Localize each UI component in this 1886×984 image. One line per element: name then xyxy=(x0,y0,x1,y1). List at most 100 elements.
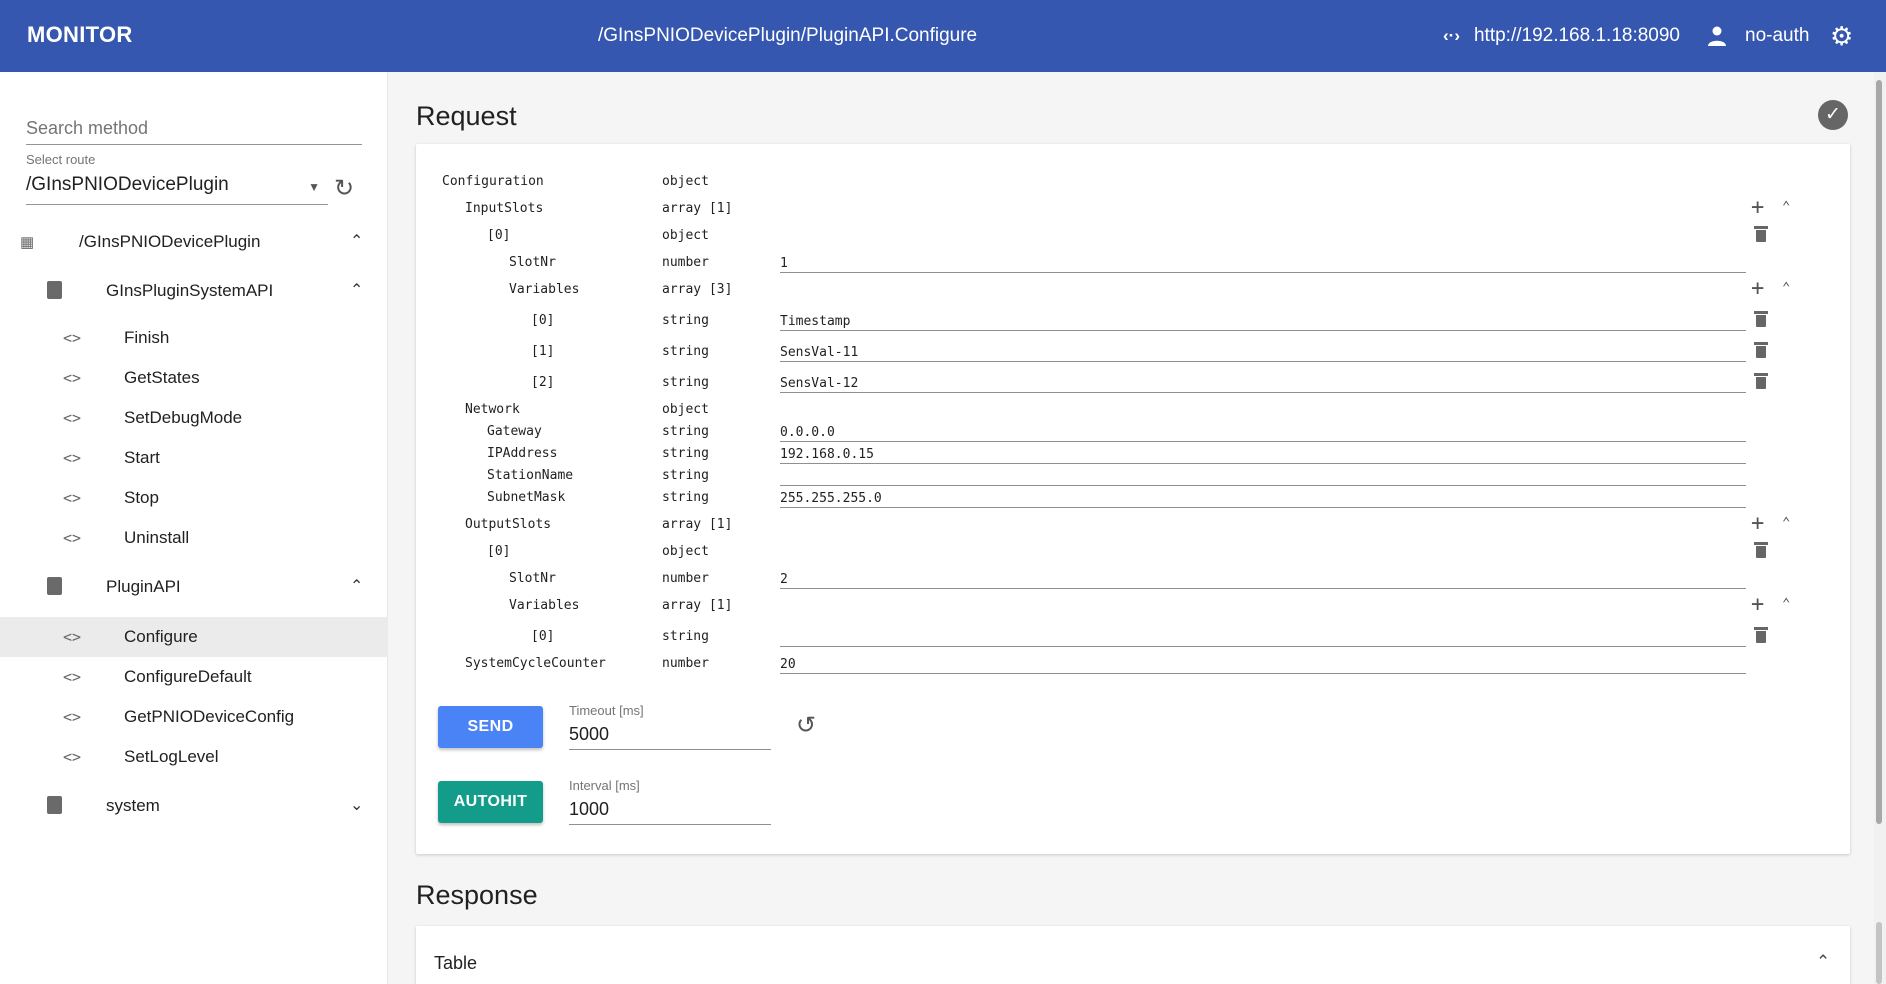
param-value-input[interactable] xyxy=(780,629,1746,647)
param-name: [1] xyxy=(531,344,555,359)
scrollbar-thumb[interactable] xyxy=(1876,80,1882,824)
param-name: OutputSlots xyxy=(465,517,552,532)
param-value-input[interactable] xyxy=(780,313,1746,331)
param-type: string xyxy=(662,375,709,390)
method-label: Start xyxy=(124,448,160,467)
param-value-input[interactable] xyxy=(780,446,1746,464)
code-icon: <> xyxy=(63,529,82,547)
param-type: array [1] xyxy=(662,598,733,613)
method-label: SetLogLevel xyxy=(124,747,219,766)
param-value-input[interactable] xyxy=(780,344,1746,362)
code-icon: <> xyxy=(63,668,82,686)
book-icon xyxy=(47,577,62,595)
chevron-up-icon: ⌃ xyxy=(350,578,364,595)
timeout-input[interactable]: 5000 xyxy=(569,720,771,750)
server-selector[interactable]: ‹·› http://192.168.1.18:8090 xyxy=(1443,25,1680,47)
chevron-up-icon[interactable]: ⌃ xyxy=(1782,199,1790,215)
building-icon: ▦ xyxy=(20,234,35,251)
param-name: Network xyxy=(465,402,520,417)
group-label: GInsPluginSystemAPI xyxy=(106,281,274,300)
tree-item-finish[interactable]: <> Finish xyxy=(0,318,388,358)
tree-item-setdebugmode[interactable]: <> SetDebugMode xyxy=(0,398,388,438)
param-value-input[interactable] xyxy=(780,571,1746,589)
search-input[interactable] xyxy=(26,113,362,145)
delete-icon[interactable] xyxy=(1754,340,1768,359)
param-type: number xyxy=(662,255,709,270)
method-label: GetPNIODeviceConfig xyxy=(124,707,295,726)
tree-item-getpniodeviceconfig[interactable]: <> GetPNIODeviceConfig xyxy=(0,697,388,737)
param-type: object xyxy=(662,174,709,189)
history-icon[interactable]: ↺ xyxy=(796,711,816,740)
param-row: [0] object xyxy=(416,224,1850,246)
check-circle-icon: ✓ xyxy=(1818,100,1848,130)
timeout-label: Timeout [ms] xyxy=(569,703,644,718)
chevron-down-icon: ⌄ xyxy=(350,797,364,814)
param-row: IPAddress string xyxy=(416,442,1850,464)
delete-icon[interactable] xyxy=(1754,224,1768,243)
param-name: SlotNr xyxy=(509,571,556,586)
param-row: Gateway string xyxy=(416,420,1850,442)
code-icon: <> xyxy=(63,628,82,646)
scrollbar[interactable] xyxy=(1874,72,1886,984)
param-value-input[interactable] xyxy=(780,468,1746,486)
add-icon[interactable]: + xyxy=(1751,592,1764,617)
route-value: /GInsPNIODevicePlugin xyxy=(26,174,229,195)
chevron-up-icon[interactable]: ⌃ xyxy=(1782,280,1790,296)
param-row: Configuration object xyxy=(416,170,1850,192)
param-type: array [3] xyxy=(662,282,733,297)
method-label: Uninstall xyxy=(124,528,190,547)
tree-item-uninstall[interactable]: <> Uninstall xyxy=(0,518,388,558)
delete-icon[interactable] xyxy=(1754,371,1768,390)
tree-item-setloglevel[interactable]: <> SetLogLevel xyxy=(0,737,388,777)
delete-icon[interactable] xyxy=(1754,309,1768,328)
auth-selector[interactable]: no-auth xyxy=(1708,25,1809,47)
group-label: system xyxy=(106,796,160,815)
chevron-up-icon[interactable]: ⌃ xyxy=(1816,952,1830,972)
param-row: SubnetMask string xyxy=(416,486,1850,508)
tree-group-pluginapi[interactable]: PluginAPI ⌃ xyxy=(0,567,388,607)
param-type: string xyxy=(662,313,709,328)
param-name: Variables xyxy=(509,282,580,297)
add-icon[interactable]: + xyxy=(1751,195,1764,220)
refresh-icon[interactable]: ↻ xyxy=(334,174,354,203)
user-icon xyxy=(1708,26,1726,46)
tree-item-getstates[interactable]: <> GetStates xyxy=(0,358,388,398)
book-icon xyxy=(47,281,62,299)
add-icon[interactable]: + xyxy=(1751,276,1764,301)
param-value-input[interactable] xyxy=(780,656,1746,674)
autohit-button[interactable]: AUTOHIT xyxy=(438,781,543,823)
param-value-input[interactable] xyxy=(780,490,1746,508)
chevron-up-icon[interactable]: ⌃ xyxy=(1782,515,1790,531)
method-label: Configure xyxy=(124,627,198,646)
tree-item-configure[interactable]: <> Configure xyxy=(0,617,388,657)
tree-item-configuredefault[interactable]: <> ConfigureDefault xyxy=(0,657,388,697)
delete-icon[interactable] xyxy=(1754,540,1768,559)
method-label: ConfigureDefault xyxy=(124,667,252,686)
delete-icon[interactable] xyxy=(1754,625,1768,644)
route-select[interactable]: /GInsPNIODevicePlugin ▼ xyxy=(26,174,328,205)
tree-item-stop[interactable]: <> Stop xyxy=(0,478,388,518)
tree-group-ginspluginsystemapi[interactable]: GInsPluginSystemAPI ⌃ xyxy=(0,271,388,311)
param-value-input[interactable] xyxy=(780,375,1746,393)
tree-group-system[interactable]: system ⌄ xyxy=(0,786,388,826)
param-value-input[interactable] xyxy=(780,255,1746,273)
param-name: Configuration xyxy=(442,174,544,189)
gear-icon[interactable]: ⚙ xyxy=(1830,23,1853,49)
method-label: Stop xyxy=(124,488,159,507)
param-value-input[interactable] xyxy=(780,424,1746,442)
param-row: [0] string xyxy=(416,309,1850,331)
route-label: Select route xyxy=(26,152,96,167)
tree-root[interactable]: ▦ /GInsPNIODevicePlugin ⌃ xyxy=(0,222,388,262)
param-row: [2] string xyxy=(416,371,1850,393)
caret-down-icon: ▼ xyxy=(308,180,320,194)
param-type: string xyxy=(662,344,709,359)
param-name: InputSlots xyxy=(465,201,544,216)
tree-item-start[interactable]: <> Start xyxy=(0,438,388,478)
code-arrows-icon: ‹·› xyxy=(1443,26,1460,45)
chevron-up-icon[interactable]: ⌃ xyxy=(1782,596,1790,612)
chevron-up-icon: ⌃ xyxy=(350,233,364,250)
interval-input[interactable]: 1000 xyxy=(569,795,771,825)
send-button[interactable]: SEND xyxy=(438,706,543,748)
add-icon[interactable]: + xyxy=(1751,511,1764,536)
param-type: string xyxy=(662,468,709,483)
